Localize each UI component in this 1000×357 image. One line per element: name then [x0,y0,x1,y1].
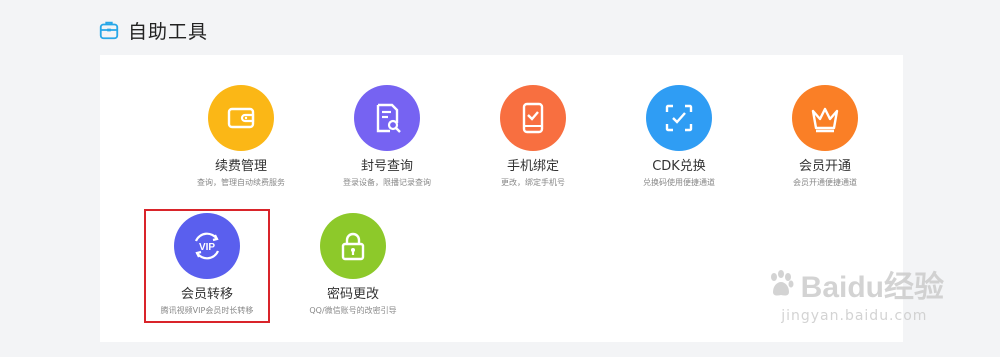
tool-phone-binding[interactable]: 手机绑定 更改，绑定手机号 [468,85,598,188]
tool-icon-circle [320,213,386,279]
lock-icon [341,232,365,261]
highlight-box [144,209,270,323]
tool-name: 续费管理 [214,159,267,174]
tool-icon-circle [646,85,712,151]
paw-icon [770,270,794,296]
tool-password-change[interactable]: 密码更改 QQ/微信账号的改密引导 [288,213,418,316]
crown-icon [811,107,839,133]
tool-renewal-management[interactable]: 续费管理 查询，管理自动续费服务 [176,85,306,188]
tool-icon-circle [354,85,420,151]
tool-icon-circle [500,85,566,151]
tool-desc: 兑换码使用便捷通道 [643,178,715,187]
watermark-text: Baidu经验 [800,271,944,304]
scan-check-icon [665,104,693,132]
section-header: 自助工具 [98,16,208,44]
tool-icon-circle [208,85,274,151]
watermark-main: Baidu经验 [765,262,944,306]
tool-desc: 更改，绑定手机号 [501,178,565,187]
tool-desc: 会员开通便捷通道 [793,178,857,187]
tool-membership-open[interactable]: 会员开通 会员开通便捷通道 [760,85,890,188]
tool-icon-circle [792,85,858,151]
watermark-url: jingyan.baidu.com [781,308,928,324]
page-title: 自助工具 [128,20,209,43]
tool-name: 会员开通 [798,159,851,174]
tool-cdk-redeem[interactable]: CDK兑换 兑换码使用便捷通道 [614,85,744,188]
document-search-icon [376,103,401,133]
tool-name: 封号查询 [360,159,413,174]
tool-name: 手机绑定 [506,159,559,174]
tool-ban-query[interactable]: 封号查询 登录设备，限播记录查询 [322,85,452,188]
baidu-watermark: Baidu经验 jingyan.baidu.com [765,262,944,324]
phone-check-icon [522,102,544,134]
tool-name: CDK兑换 [652,159,706,174]
wallet-icon [227,107,255,129]
tool-desc: QQ/微信账号的改密引导 [309,306,397,315]
tool-desc: 登录设备，限播记录查询 [343,178,431,187]
tool-desc: 查询，管理自动续费服务 [197,178,285,187]
tool-name: 密码更改 [326,287,379,302]
toolbox-icon [99,21,119,40]
